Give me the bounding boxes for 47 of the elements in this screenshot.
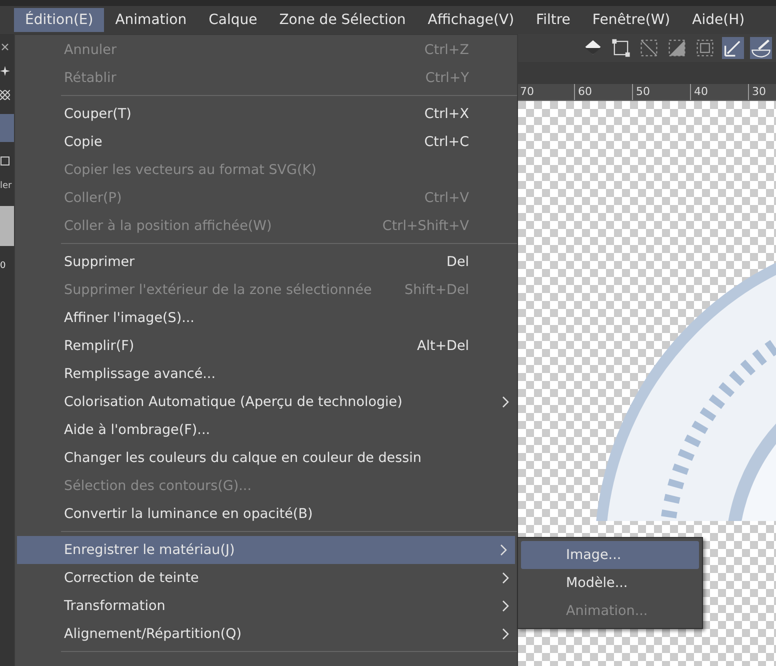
menu-item[interactable]: Affiner l'image(S)... (15, 304, 517, 332)
chevron-right-icon (501, 600, 509, 612)
menu-item[interactable]: Couper(T) Ctrl+X (15, 100, 517, 128)
menu-item[interactable]: Aide à l'ombrage(F)... (15, 416, 517, 444)
ruler-label: 70 (519, 84, 535, 100)
chevron-right-icon (501, 572, 509, 584)
sparkle-icon[interactable] (0, 66, 10, 76)
menu-item[interactable]: Supprimer Del (15, 248, 517, 276)
menu-item[interactable]: Convertir la luminance en opacité(B) (15, 500, 517, 528)
ruler-label: 30 (748, 84, 776, 100)
selection-icon[interactable] (694, 37, 716, 59)
layer-thumbnail (0, 206, 14, 246)
transform-icon[interactable] (610, 37, 632, 59)
menu-bar-item[interactable]: Calque (198, 8, 268, 32)
chevron-right-icon (501, 396, 509, 408)
panel-label: ler (0, 180, 12, 192)
submenu-item[interactable]: Image... (521, 541, 699, 569)
menu-bar-item[interactable]: Animation (104, 8, 198, 32)
checkbox-icon[interactable] (0, 156, 10, 166)
menu-bar-item[interactable]: Édition(E) (14, 8, 104, 32)
menu-item[interactable]: Transformation (15, 592, 517, 620)
submenu-item[interactable]: Modèle... (521, 569, 699, 597)
panel-value: 0 (0, 260, 6, 272)
ruler-label: 40 (690, 84, 748, 100)
menu-bar-item[interactable]: Affichage(V) (416, 8, 526, 32)
ruler-label: 60 (574, 84, 632, 100)
menu-item[interactable]: Enregistrer le matériau(J) (17, 536, 515, 564)
menu-item[interactable]: Changer les couleurs du calque en couleur de dessin (15, 444, 517, 472)
selection-icon[interactable] (638, 37, 660, 59)
menu-bar-item[interactable]: Aide(H) (681, 8, 756, 32)
menu-bar-item[interactable]: Fenêtre(W) (581, 8, 682, 32)
menu-item[interactable]: Colorisation Automatique (Aperçu de technologie) (15, 388, 517, 416)
close-icon[interactable] (0, 42, 10, 52)
pattern-icon[interactable] (0, 90, 10, 100)
menu-item[interactable]: Alignement/Répartition(Q) (15, 620, 517, 648)
chevron-right-icon (501, 628, 509, 640)
menu-item[interactable]: Copie Ctrl+C (15, 128, 517, 156)
menu-bar-item[interactable]: Zone de Sélection (268, 8, 417, 32)
brush-icon[interactable] (750, 37, 772, 59)
menu-item[interactable]: Remplissage avancé... (15, 360, 517, 388)
menu-item[interactable]: Remplir(F) Alt+Del (15, 332, 517, 360)
menu-item[interactable]: Correction de teinte (15, 564, 517, 592)
selection-icon[interactable] (666, 37, 688, 59)
ruler-label: 50 (632, 84, 690, 100)
chevron-right-icon (499, 544, 507, 556)
menu-bar-item[interactable]: Filtre (525, 8, 582, 32)
pen-icon[interactable] (722, 37, 744, 59)
